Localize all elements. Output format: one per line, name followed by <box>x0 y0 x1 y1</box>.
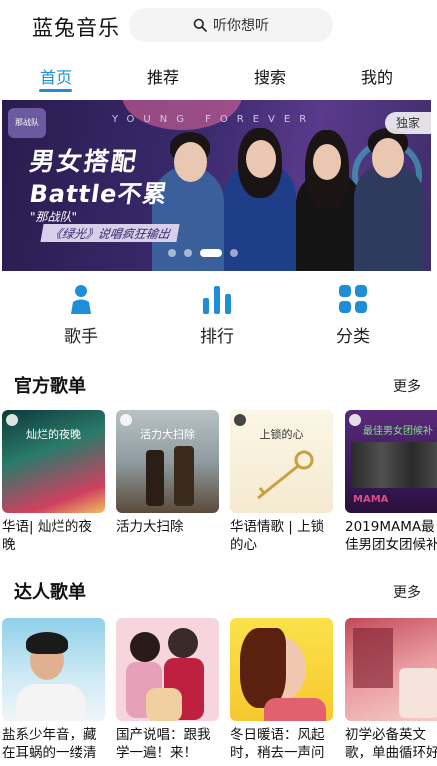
cover-brand: MAMA <box>353 494 389 505</box>
banner-person <box>354 163 424 271</box>
playlist-card[interactable]: 灿烂的夜晚 华语| 灿烂的夜晚 <box>2 410 105 554</box>
app-title: 蓝兔音乐 <box>32 16 120 40</box>
playlist-cover <box>230 618 333 721</box>
cover-hair <box>240 628 286 708</box>
category-icon <box>339 285 367 313</box>
playlist-title: 冬日暖语：风起时，稍去一声问候 <box>230 727 325 761</box>
category-singer[interactable]: 歌手 <box>41 282 121 347</box>
playlist-title: 盐系少年音，藏在耳蜗的一缕清新 <box>2 727 97 761</box>
tab-mine[interactable]: 我的 <box>347 64 407 88</box>
cover-bookshelf <box>353 628 393 688</box>
key-icon <box>257 450 314 500</box>
playlist-card[interactable]: 上锁的心 华语情歌 | 上锁的心 <box>230 410 333 554</box>
banner-person-face <box>246 140 276 178</box>
search-placeholder: 听你想听 <box>213 18 269 34</box>
carousel-dot-active[interactable] <box>200 249 222 257</box>
bottle-shape <box>146 450 164 506</box>
banner-person-face <box>313 144 341 180</box>
tab-home[interactable]: 首页 <box>26 64 86 88</box>
category-label: 分类 <box>336 327 370 347</box>
playlist-card[interactable]: 活力大扫除 活力大扫除 <box>116 410 219 554</box>
banner-subtitle: Battle不累 <box>27 180 170 208</box>
playlist-title: 国产说唱：跟我学一遍！来！ <box>116 727 211 761</box>
section-title-talent: 达人歌单 <box>14 582 86 603</box>
cover-text: 灿烂的夜晚 <box>26 428 81 441</box>
category-classify[interactable]: 分类 <box>313 282 393 347</box>
banner-tag: "那战队" <box>30 210 78 224</box>
playlist-cover: 灿烂的夜晚 <box>2 410 105 513</box>
search-bar[interactable]: 听你想听 <box>129 8 333 42</box>
playlist-card[interactable]: 国产说唱：跟我学一遍！来！ <box>116 618 219 762</box>
carousel-dot[interactable] <box>184 249 192 257</box>
playlist-cover: 最佳男女团候补 MAMA <box>345 410 437 513</box>
cover-figure <box>168 628 198 658</box>
cover-text: 活力大扫除 <box>140 428 195 441</box>
bottle-shape <box>174 446 194 506</box>
playlist-card[interactable]: 初学必备英文歌，单曲循环好听 <box>345 618 437 762</box>
playlist-cover <box>345 618 437 721</box>
talent-more-link[interactable]: 更多 <box>393 582 421 602</box>
banner-carousel[interactable]: 那战队 YOUNG FOREVER 男女搭配 Battle不累 "那战队" 《绿… <box>2 100 431 271</box>
banner-title: 男女搭配 <box>27 147 140 176</box>
playlist-cover: 活力大扫除 <box>116 410 219 513</box>
ranking-icon <box>203 286 231 314</box>
playlist-card[interactable]: 最佳男女团候补 MAMA 2019MAMA最佳男团女团候补 <box>345 410 437 554</box>
banner-person-face <box>372 138 404 178</box>
playlist-title: 华语| 灿烂的夜晚 <box>2 519 92 553</box>
app-header: 蓝兔音乐 听你想听 <box>0 0 437 52</box>
cover-text: 上锁的心 <box>259 428 304 441</box>
playlist-card[interactable]: 冬日暖语：风起时，稍去一声问候 <box>230 618 333 762</box>
exclusive-badge: 独家 <box>385 112 431 134</box>
official-more-link[interactable]: 更多 <box>393 376 421 396</box>
playlist-badge-icon <box>6 414 18 426</box>
section-title-official: 官方歌单 <box>14 376 86 397</box>
playlist-card[interactable]: 盐系少年音，藏在耳蜗的一缕清新 <box>2 618 105 762</box>
cover-figure <box>146 688 182 721</box>
tab-recommend[interactable]: 推荐 <box>133 64 193 88</box>
category-label: 歌手 <box>64 327 98 347</box>
cover-window <box>399 668 437 718</box>
banner-caption: 《绿光》说唱疯狂输出 <box>40 224 180 242</box>
carousel-indicator <box>168 249 238 257</box>
cover-shirt <box>16 684 86 721</box>
playlist-title: 2019MAMA最佳男团女团候补 <box>345 519 437 553</box>
carousel-dot[interactable] <box>230 249 238 257</box>
category-label: 排行 <box>200 327 234 347</box>
cover-figure <box>130 632 160 662</box>
carousel-dot[interactable] <box>168 249 176 257</box>
banner-tagline: YOUNG FOREVER <box>112 114 316 125</box>
group-photo <box>351 442 437 488</box>
top-tabs: 首页 推荐 搜索 我的 <box>0 58 437 94</box>
cover-hair <box>26 632 68 654</box>
playlist-badge-icon <box>120 414 132 426</box>
playlist-badge-icon <box>234 414 246 426</box>
banner-person-face <box>174 142 207 182</box>
cover-scarf <box>264 698 326 721</box>
singer-icon <box>71 285 91 314</box>
playlist-title: 活力大扫除 <box>116 519 184 535</box>
playlist-title: 华语情歌 | 上锁的心 <box>230 519 325 553</box>
category-ranking[interactable]: 排行 <box>177 282 257 347</box>
playlist-cover: 上锁的心 <box>230 410 333 513</box>
search-icon <box>193 18 207 32</box>
playlist-cover <box>2 618 105 721</box>
tab-search[interactable]: 搜索 <box>240 64 300 88</box>
playlist-badge-icon <box>349 414 361 426</box>
playlist-cover <box>116 618 219 721</box>
banner-logo: 那战队 <box>8 108 46 138</box>
cover-text: 最佳男女团候补 <box>363 426 433 437</box>
active-tab-indicator <box>39 89 72 92</box>
playlist-title: 初学必备英文歌，单曲循环好听 <box>345 727 437 761</box>
